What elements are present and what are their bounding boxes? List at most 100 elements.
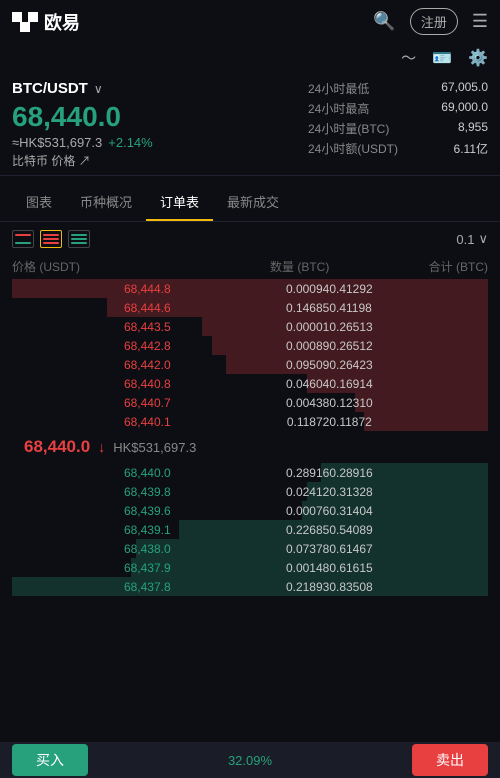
bid-total: 0.61615 [329, 561, 488, 575]
precision-selector[interactable]: 0.1 ∨ [456, 231, 488, 247]
ask-row[interactable]: 68,442.00.095090.26423 [12, 355, 488, 374]
tab-订单表[interactable]: 订单表 [146, 186, 213, 221]
ask-row[interactable]: 68,440.70.004380.12310 [12, 393, 488, 412]
stat-value: 67,005.0 [398, 80, 488, 97]
orderbook-header: 价格 (USDT)数量 (BTC)合计 (BTC) [12, 256, 488, 279]
bid-row[interactable]: 68,437.80.218930.83508 [12, 577, 488, 596]
ask-total: 0.26423 [329, 358, 488, 372]
bid-row[interactable]: 68,438.00.073780.61467 [12, 539, 488, 558]
ask-price: 68,444.8 [12, 282, 171, 296]
tab-图表[interactable]: 图表 [12, 186, 66, 221]
asks-list: 68,444.80.000940.4129268,444.60.146850.4… [12, 279, 488, 431]
register-button[interactable]: 注册 [410, 8, 458, 35]
bid-amount: 0.21893 [171, 580, 330, 594]
bid-price: 68,437.8 [12, 580, 171, 594]
ask-amount: 0.09509 [171, 358, 330, 372]
ask-price: 68,440.7 [12, 396, 171, 410]
logo-icon [12, 12, 38, 32]
orderbook-table: 价格 (USDT)数量 (BTC)合计 (BTC) 68,444.80.0009… [0, 256, 500, 596]
view-icons [12, 230, 90, 248]
pair-name[interactable]: BTC/USDT [12, 80, 88, 97]
main-price: 68,440.0 [12, 101, 153, 133]
price-section: BTC/USDT ∨ 68,440.0 ≈HK$531,697.3 +2.14%… [0, 72, 500, 176]
ask-row[interactable]: 68,443.50.000010.26513 [12, 317, 488, 336]
bid-amount: 0.28916 [171, 466, 330, 480]
stat-value: 69,000.0 [398, 100, 488, 117]
bids-list: 68,440.00.289160.2891668,439.80.024120.3… [12, 463, 488, 596]
ask-price: 68,442.0 [12, 358, 171, 372]
bottom-bar: 买入 32.09% 卖出 [0, 742, 500, 778]
price-change: +2.14% [108, 135, 152, 150]
buy-button[interactable]: 买入 [12, 744, 88, 776]
chart-line-icon[interactable]: 〜 [401, 47, 416, 68]
header-actions: 🔍 注册 ☰ [373, 8, 488, 35]
bid-amount: 0.22685 [171, 523, 330, 537]
stat-label: 24小时最高 [308, 100, 398, 117]
hk-price: ≈HK$531,697.3 [12, 135, 102, 150]
menu-icon[interactable]: ☰ [472, 11, 488, 32]
stat-label: 24小时额(USDT) [308, 140, 398, 157]
bid-price: 68,439.6 [12, 504, 171, 518]
bid-price: 68,438.0 [12, 542, 171, 556]
percentage-label: 32.09% [228, 753, 272, 768]
bid-amount: 0.02412 [171, 485, 330, 499]
ask-row[interactable]: 68,444.60.146850.41198 [12, 298, 488, 317]
logo-text: 欧易 [44, 9, 80, 35]
ask-amount: 0.00001 [171, 320, 330, 334]
bid-price: 68,439.8 [12, 485, 171, 499]
bid-total: 0.28916 [329, 466, 488, 480]
ob-header-col-2: 合计 (BTC) [329, 258, 488, 275]
bid-row[interactable]: 68,437.90.001480.61615 [12, 558, 488, 577]
ask-row[interactable]: 68,442.80.000890.26512 [12, 336, 488, 355]
sub-header: 〜 🪪 ⚙️ [0, 43, 500, 72]
mid-price-row: 68,440.0 ↓ HK$531,697.3 [12, 431, 488, 463]
ask-price: 68,443.5 [12, 320, 171, 334]
ask-total: 0.12310 [329, 396, 488, 410]
bid-total: 0.31404 [329, 504, 488, 518]
bid-row[interactable]: 68,439.60.000760.31404 [12, 501, 488, 520]
bid-price: 68,437.9 [12, 561, 171, 575]
mid-hk-price: HK$531,697.3 [113, 440, 196, 455]
ask-total: 0.26512 [329, 339, 488, 353]
ask-total: 0.16914 [329, 377, 488, 391]
ask-amount: 0.00438 [171, 396, 330, 410]
ask-amount: 0.00094 [171, 282, 330, 296]
tab-币种概况[interactable]: 币种概况 [66, 186, 146, 221]
view-asks-icon[interactable] [40, 230, 62, 248]
mid-price: 68,440.0 [24, 437, 90, 457]
ask-row[interactable]: 68,444.80.000940.41292 [12, 279, 488, 298]
tabs: 图表币种概况订单表最新成交 [0, 176, 500, 222]
pair-dropdown-icon[interactable]: ∨ [94, 82, 103, 96]
bid-total: 0.83508 [329, 580, 488, 594]
card-icon[interactable]: 🪪 [432, 48, 452, 68]
stat-label: 24小时量(BTC) [308, 120, 398, 137]
bid-row[interactable]: 68,439.80.024120.31328 [12, 482, 488, 501]
view-both-icon[interactable] [12, 230, 34, 248]
pair-link[interactable]: 比特币 价格 ↗ [12, 152, 153, 169]
bid-amount: 0.00148 [171, 561, 330, 575]
stat-value: 8,955 [398, 120, 488, 137]
stat-value: 6.11亿 [398, 140, 488, 157]
bid-total: 0.54089 [329, 523, 488, 537]
ask-row[interactable]: 68,440.10.118720.11872 [12, 412, 488, 431]
ob-header-col-1: 数量 (BTC) [171, 258, 330, 275]
logo: 欧易 [12, 9, 80, 35]
stat-label: 24小时最低 [308, 80, 398, 97]
search-icon[interactable]: 🔍 [373, 11, 395, 32]
ask-amount: 0.00089 [171, 339, 330, 353]
orderbook-controls: 0.1 ∨ [0, 222, 500, 256]
bid-row[interactable]: 68,439.10.226850.54089 [12, 520, 488, 539]
ob-header-col-0: 价格 (USDT) [12, 258, 171, 275]
view-bids-icon[interactable] [68, 230, 90, 248]
bid-price: 68,439.1 [12, 523, 171, 537]
bid-row[interactable]: 68,440.00.289160.28916 [12, 463, 488, 482]
ask-total: 0.41198 [329, 301, 488, 315]
stats-grid: 24小时最低67,005.024小时最高69,000.024小时量(BTC)8,… [308, 80, 488, 157]
sell-button[interactable]: 卖出 [412, 744, 488, 776]
mid-arrow-icon: ↓ [98, 439, 105, 455]
ask-price: 68,440.8 [12, 377, 171, 391]
ask-price: 68,442.8 [12, 339, 171, 353]
settings-icon[interactable]: ⚙️ [468, 48, 488, 68]
tab-最新成交[interactable]: 最新成交 [213, 186, 293, 221]
ask-row[interactable]: 68,440.80.046040.16914 [12, 374, 488, 393]
